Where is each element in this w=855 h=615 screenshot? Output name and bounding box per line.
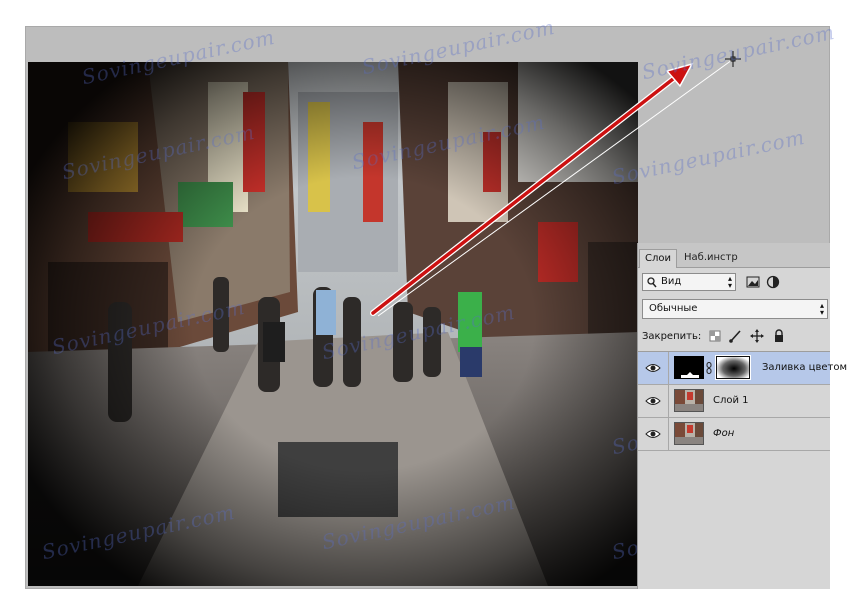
chain-link-icon[interactable]: [706, 362, 712, 377]
filter-adjustment-icon[interactable]: [766, 275, 780, 289]
lock-transparency-icon[interactable]: [708, 329, 722, 343]
lock-icon[interactable]: [772, 329, 786, 343]
tab-layers[interactable]: Слои: [639, 249, 677, 268]
eye-visibility-icon[interactable]: [645, 428, 661, 440]
layer-thumbnail[interactable]: [674, 422, 704, 445]
eye-visibility-icon[interactable]: [645, 362, 661, 374]
layers-list: Заливка цветом Слой 1 Фон: [638, 351, 847, 451]
tab-tool-presets[interactable]: Наб.инстр: [679, 249, 743, 267]
move-arrows-icon[interactable]: [750, 329, 764, 343]
layer-name: Слой 1: [713, 395, 749, 406]
layers-panel: Слои Наб.инстр Вид ▴ ▾ Обычные ▴ ▾ Закрепи…: [637, 243, 847, 589]
layer-filter-dropdown[interactable]: Вид ▴ ▾: [642, 273, 736, 291]
filter-image-icon[interactable]: [746, 275, 760, 289]
blend-mode-label: Обычные: [649, 303, 698, 314]
eye-visibility-icon[interactable]: [645, 395, 661, 407]
updown-arrows-icon: ▴ ▾: [727, 274, 732, 290]
layer-thumbnail[interactable]: [674, 389, 704, 412]
updown-arrows-icon: ▴ ▾: [819, 301, 824, 317]
layer-name: Фон: [713, 428, 735, 439]
lock-row: Закрепить:: [642, 329, 828, 345]
layer-row-fill[interactable]: Заливка цветом: [638, 352, 847, 385]
layer-filter-label: Вид: [661, 276, 682, 287]
layer-row-layer1[interactable]: Слой 1: [638, 385, 830, 418]
brush-icon[interactable]: [728, 329, 742, 343]
lock-label: Закрепить:: [642, 331, 702, 342]
search-icon: [647, 277, 657, 291]
blend-mode-dropdown[interactable]: Обычные ▴ ▾: [642, 299, 828, 319]
layer-mask-thumbnail[interactable]: [715, 355, 751, 380]
layer-row-background[interactable]: Фон: [638, 418, 830, 451]
layer-name: Заливка цветом: [762, 362, 848, 373]
fill-color-thumbnail[interactable]: [674, 356, 704, 379]
panel-tab-bar: Слои Наб.инстр: [638, 243, 830, 268]
layer-filter-row: Вид ▴ ▾: [642, 273, 826, 293]
